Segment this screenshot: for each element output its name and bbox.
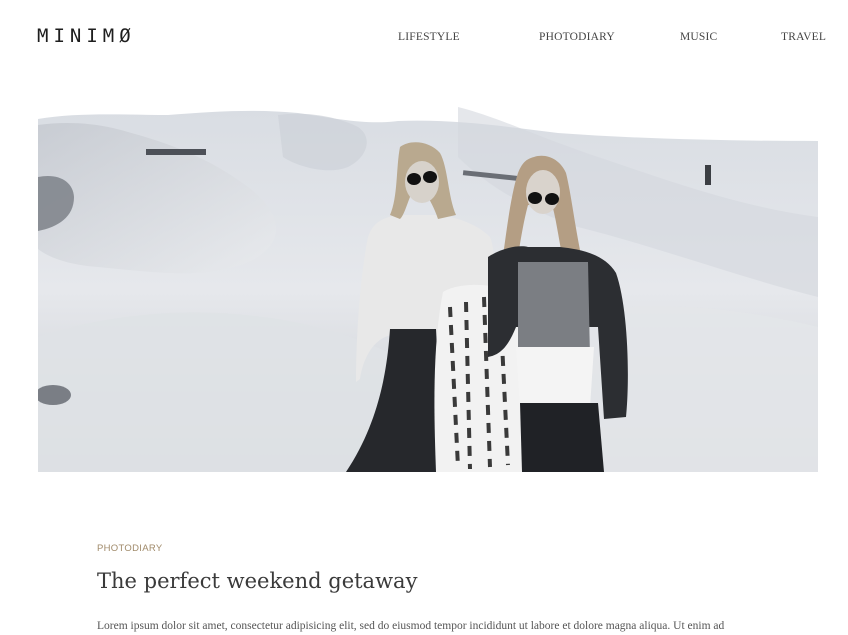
nav-item-photodiary[interactable]: PHOTODIARY	[539, 30, 615, 44]
post-excerpt: Lorem ipsum dolor sit amet, consectetur …	[97, 620, 725, 632]
post-title[interactable]: The perfect weekend getaway	[97, 566, 417, 596]
post-category-link[interactable]: PHOTODIARY	[97, 543, 162, 555]
site-logo[interactable]: MINIMØ	[37, 24, 136, 48]
hero-photo	[38, 97, 818, 472]
nav-item-lifestyle[interactable]: LIFESTYLE	[398, 30, 460, 44]
nav-item-music[interactable]: MUSIC	[680, 30, 717, 44]
site-header: MINIMØ LIFESTYLE PHOTODIARY MUSIC TRAVEL	[0, 0, 848, 72]
hero-image[interactable]	[38, 97, 818, 472]
nav-item-travel[interactable]: TRAVEL	[781, 30, 826, 44]
